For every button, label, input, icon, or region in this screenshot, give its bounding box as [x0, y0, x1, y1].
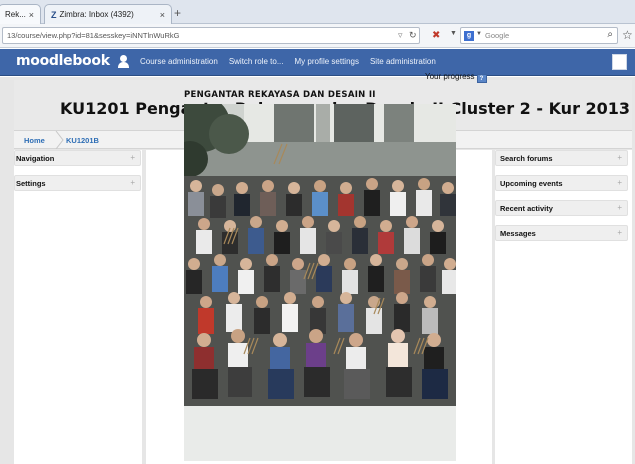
- bookmark-star-icon[interactable]: ☆: [622, 28, 633, 42]
- block-title: Upcoming events: [500, 179, 563, 188]
- expand-icon[interactable]: +: [617, 153, 622, 162]
- nav-link-profile-settings[interactable]: My profile settings: [295, 57, 359, 66]
- close-icon[interactable]: ×: [160, 10, 165, 20]
- dropdown-arrow-icon[interactable]: ▿: [398, 30, 403, 41]
- left-column: Navigation + Settings +: [14, 150, 142, 464]
- right-column: Search forums + Upcoming events + Recent…: [495, 150, 632, 464]
- help-icon[interactable]: ?: [476, 74, 487, 83]
- expand-icon[interactable]: +: [617, 228, 622, 237]
- block-upcoming-events[interactable]: Upcoming events +: [495, 175, 628, 191]
- breadcrumb-course[interactable]: KU1201B: [66, 136, 99, 145]
- search-input[interactable]: Google: [485, 31, 509, 40]
- search-icon[interactable]: ⌕: [607, 29, 613, 40]
- block-title: Settings: [16, 179, 46, 188]
- browser-tab-zimbra[interactable]: Z Zimbra: Inbox (4392) ×: [44, 4, 172, 24]
- address-bar[interactable]: 13/course/view.php?id=81&sesskey=iNNTlnW…: [2, 27, 420, 44]
- chevron-down-icon[interactable]: ▼: [450, 30, 457, 37]
- addon-icon[interactable]: ✖: [432, 30, 446, 41]
- block-title: Messages: [500, 229, 536, 238]
- breadcrumb-home[interactable]: Home: [24, 136, 45, 145]
- expand-icon[interactable]: +: [130, 153, 135, 162]
- block-search-forums[interactable]: Search forums +: [495, 150, 628, 166]
- breadcrumb-separator-icon: [55, 131, 64, 149]
- expand-icon[interactable]: +: [130, 178, 135, 187]
- browser-tab-moodle[interactable]: Rek... ×: [0, 4, 41, 24]
- block-settings[interactable]: Settings +: [14, 175, 141, 191]
- progress-label: Your progress: [425, 72, 475, 81]
- avatar[interactable]: [612, 54, 627, 70]
- zimbra-icon: Z: [51, 9, 57, 20]
- chevron-down-icon[interactable]: ▼: [476, 31, 482, 37]
- group-photo-illustration: [184, 104, 456, 461]
- block-recent-activity[interactable]: Recent activity +: [495, 200, 628, 216]
- user-icon[interactable]: [117, 55, 130, 69]
- close-icon[interactable]: ×: [29, 10, 34, 20]
- block-navigation[interactable]: Navigation +: [14, 150, 141, 166]
- nav-link-switch-role[interactable]: Switch role to...: [229, 57, 284, 66]
- nav-link-course-administration[interactable]: Course administration: [140, 57, 218, 66]
- class-group-photo: [184, 104, 456, 461]
- new-tab-button[interactable]: +: [174, 6, 181, 20]
- google-icon[interactable]: g: [464, 31, 474, 41]
- nav-links: Course administration Switch role to... …: [140, 57, 447, 66]
- expand-icon[interactable]: +: [617, 203, 622, 212]
- moodlebook-logo[interactable]: moodlebook: [16, 53, 110, 69]
- block-title: Recent activity: [500, 204, 553, 213]
- section-title: PENGANTAR REKAYASA DAN DESAIN II: [184, 90, 376, 100]
- browser-tab-bar: Rek... × Z Zimbra: Inbox (4392) × +: [0, 0, 635, 24]
- block-title: Search forums: [500, 154, 553, 163]
- expand-icon[interactable]: +: [617, 178, 622, 187]
- moodle-navbar: moodlebook Course administration Switch …: [0, 49, 635, 76]
- reload-icon[interactable]: ↻: [409, 30, 417, 41]
- address-toolbar: 13/course/view.php?id=81&sesskey=iNNTlnW…: [0, 24, 635, 48]
- nav-link-site-administration[interactable]: Site administration: [370, 57, 436, 66]
- progress-indicator[interactable]: Your progress?: [425, 72, 487, 83]
- tab-label: Rek...: [5, 10, 26, 19]
- search-box[interactable]: g ▼ Google ⌕: [460, 27, 618, 44]
- block-title: Navigation: [16, 154, 55, 163]
- block-messages[interactable]: Messages +: [495, 225, 628, 241]
- tab-label: Zimbra: Inbox (4392): [59, 10, 134, 19]
